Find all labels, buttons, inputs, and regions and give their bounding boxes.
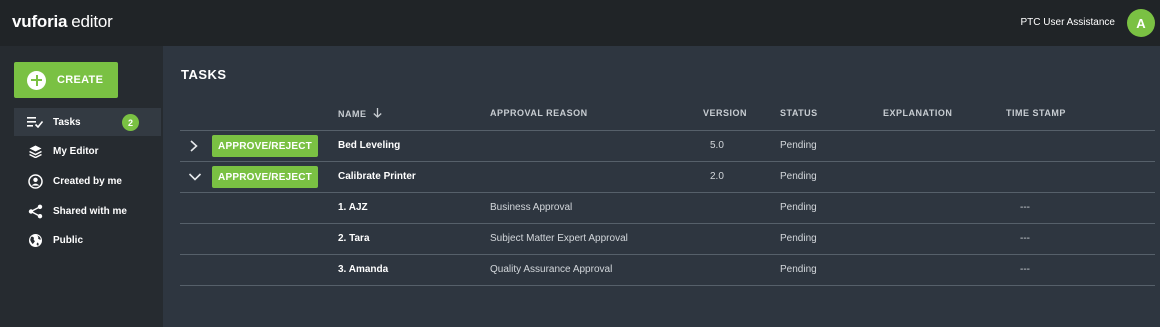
plus-circle-icon <box>27 70 46 90</box>
approver-time-stamp: --- <box>1020 233 1030 244</box>
sidebar-item-created-by-me[interactable]: Created by me <box>14 167 161 195</box>
main-panel: TASKS NAME APPROVAL REASON VERSION STATU… <box>163 46 1160 327</box>
sidebar-item-label: Created by me <box>53 175 122 187</box>
approver-row: 1. AJZ Business Approval Pending --- <box>180 193 1155 224</box>
tasks-count-badge: 2 <box>122 114 139 131</box>
user-circle-icon <box>27 173 43 189</box>
approver-status: Pending <box>780 264 817 275</box>
approval-reason: Quality Assurance Approval <box>490 264 613 275</box>
task-version: 2.0 <box>710 171 724 182</box>
column-header-explanation[interactable]: EXPLANATION <box>883 108 952 118</box>
brand-name: vuforia <box>12 12 68 31</box>
top-bar: vuforia editor PTC User Assistance A <box>0 0 1160 46</box>
sidebar-item-label: Shared with me <box>53 205 127 217</box>
column-header-status[interactable]: STATUS <box>780 108 818 118</box>
sidebar-item-label: Public <box>53 234 84 246</box>
task-status: Pending <box>780 140 817 151</box>
task-name[interactable]: Calibrate Printer <box>338 171 416 182</box>
tasks-icon <box>27 114 43 130</box>
table-row: APPROVE/REJECT Calibrate Printer 2.0 Pen… <box>180 162 1155 193</box>
approver-name: 1. AJZ <box>338 202 368 213</box>
column-header-time-stamp[interactable]: TIME STAMP <box>1006 108 1066 118</box>
approval-reason: Subject Matter Expert Approval <box>490 233 628 244</box>
task-name[interactable]: Bed Leveling <box>338 140 400 151</box>
table-row: APPROVE/REJECT Bed Leveling 5.0 Pending <box>180 131 1155 162</box>
approver-name: 3. Amanda <box>338 264 389 275</box>
approver-status: Pending <box>780 202 817 213</box>
task-status: Pending <box>780 171 817 182</box>
globe-icon <box>27 232 43 248</box>
editor-icon <box>27 143 43 159</box>
column-header-approval-reason[interactable]: APPROVAL REASON <box>490 108 588 118</box>
share-icon <box>27 203 43 219</box>
approver-row: 2. Tara Subject Matter Expert Approval P… <box>180 224 1155 255</box>
sidebar-item-shared-with-me[interactable]: Shared with me <box>14 197 161 225</box>
approver-time-stamp: --- <box>1020 202 1030 213</box>
tasks-table: NAME APPROVAL REASON VERSION STATUS EXPL… <box>180 100 1155 286</box>
task-version: 5.0 <box>710 140 724 151</box>
approve-reject-button[interactable]: APPROVE/REJECT <box>212 135 318 157</box>
approval-reason: Business Approval <box>490 202 573 213</box>
sidebar-item-tasks[interactable]: Tasks 2 <box>14 108 161 136</box>
approver-row: 3. Amanda Quality Assurance Approval Pen… <box>180 255 1155 286</box>
sidebar-item-my-editor[interactable]: My Editor <box>14 137 161 165</box>
column-header-name[interactable]: NAME <box>338 108 382 119</box>
sidebar-item-label: My Editor <box>53 145 99 157</box>
chevron-right-icon[interactable] <box>188 139 200 153</box>
sidebar-item-public[interactable]: Public <box>14 226 161 254</box>
approver-time-stamp: --- <box>1020 264 1030 275</box>
create-button-label: CREATE <box>57 74 104 86</box>
arrow-down-icon <box>372 108 382 118</box>
column-header-name-label: NAME <box>338 109 367 119</box>
column-header-version[interactable]: VERSION <box>703 108 747 118</box>
page-title: TASKS <box>181 67 227 82</box>
approver-name: 2. Tara <box>338 233 370 244</box>
create-button[interactable]: CREATE <box>14 62 118 98</box>
approver-status: Pending <box>780 233 817 244</box>
sidebar-item-label: Tasks <box>53 116 81 128</box>
brand-product: editor <box>71 12 113 31</box>
chevron-down-icon[interactable] <box>188 170 202 184</box>
user-name[interactable]: PTC User Assistance <box>1021 17 1115 28</box>
brand-logo[interactable]: vuforia editor <box>12 12 113 32</box>
user-avatar[interactable]: A <box>1127 9 1155 37</box>
sidebar: CREATE Tasks 2 My Editor Created by me S… <box>0 46 163 327</box>
approve-reject-button[interactable]: APPROVE/REJECT <box>212 166 318 188</box>
table-header: NAME APPROVAL REASON VERSION STATUS EXPL… <box>180 100 1155 131</box>
